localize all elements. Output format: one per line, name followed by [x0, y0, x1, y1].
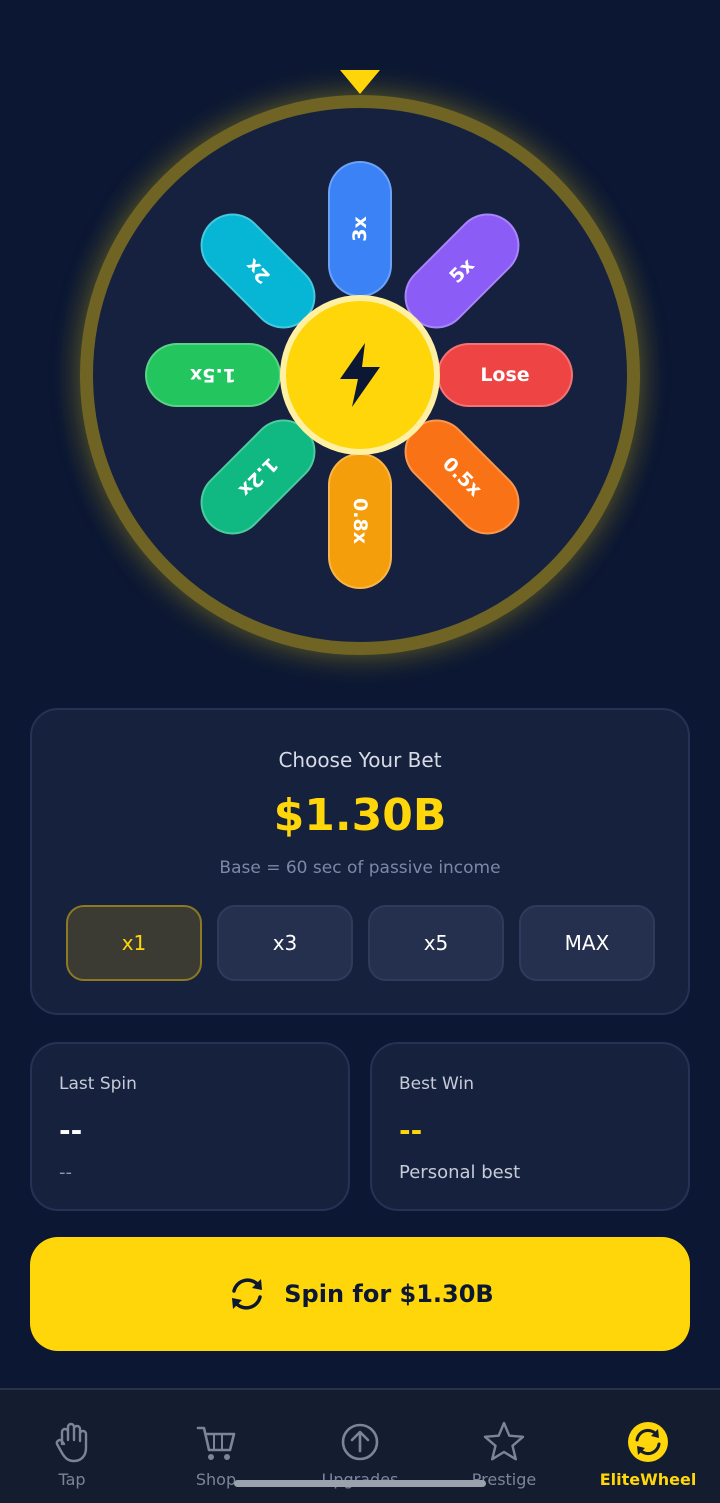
- wheel-segment-label: 5x: [445, 254, 479, 288]
- home-indicator: [234, 1480, 486, 1487]
- bet-subtitle: Base = 60 sec of passive income: [219, 858, 501, 878]
- last-spin-card: Last Spin -- --: [30, 1042, 350, 1211]
- wheel-segment-1-5x: 1.5x: [145, 343, 281, 407]
- multiplier-max-button[interactable]: MAX: [519, 905, 655, 981]
- nav-item-tap[interactable]: Tap: [0, 1390, 144, 1503]
- best-win-card: Best Win -- Personal best: [370, 1042, 690, 1211]
- wheel-icon: [628, 1422, 668, 1462]
- bet-amount: $1.30B: [273, 790, 447, 841]
- wheel-segment-label: 0.8x: [349, 498, 371, 544]
- refresh-icon: [232, 1278, 263, 1310]
- wheel-segment-label: 1.5x: [190, 364, 236, 386]
- wheel-segment-0-8x: 0.8x: [328, 453, 392, 589]
- hand-icon: [55, 1422, 88, 1463]
- lightning-bolt-icon: [340, 343, 380, 407]
- multiplier-x3-button[interactable]: x3: [217, 905, 353, 981]
- wheel-segment-3x: 3x: [328, 161, 392, 297]
- wheel-segment-label: Lose: [480, 364, 530, 386]
- best-win-label: Best Win: [399, 1074, 474, 1094]
- wheel-segment-label: 1.2x: [233, 452, 283, 502]
- nav-label-elitewheel: EliteWheel: [599, 1470, 697, 1489]
- wheel-pointer-icon: [340, 70, 380, 94]
- best-win-value: --: [399, 1114, 423, 1147]
- spin-button-label: Spin for $1.30B: [284, 1280, 494, 1308]
- multiplier-x1-button[interactable]: x1: [66, 905, 202, 981]
- wheel-segment-label: 0.5x: [437, 452, 487, 502]
- nav-item-elitewheel[interactable]: EliteWheel: [576, 1390, 720, 1503]
- bet-card: Choose Your Bet $1.30B Base = 60 sec of …: [30, 708, 690, 1015]
- bet-title: Choose Your Bet: [278, 748, 442, 772]
- wheel-hub[interactable]: [280, 295, 440, 455]
- cart-icon: [196, 1426, 236, 1460]
- multiplier-x5-button[interactable]: x5: [368, 905, 504, 981]
- best-win-note: Personal best: [399, 1162, 521, 1183]
- nav-label-tap: Tap: [58, 1470, 86, 1489]
- last-spin-note: --: [59, 1162, 72, 1183]
- arrow-up-circle-icon: [341, 1423, 379, 1461]
- last-spin-value: --: [59, 1114, 83, 1147]
- wheel-segment-label: 3x: [349, 216, 371, 242]
- spin-button[interactable]: Spin for $1.30B: [30, 1237, 690, 1351]
- star-icon: [483, 1421, 525, 1461]
- wheel-segment-lose: Lose: [437, 343, 573, 407]
- wheel-segment-label: 2x: [241, 254, 275, 288]
- last-spin-label: Last Spin: [59, 1074, 137, 1094]
